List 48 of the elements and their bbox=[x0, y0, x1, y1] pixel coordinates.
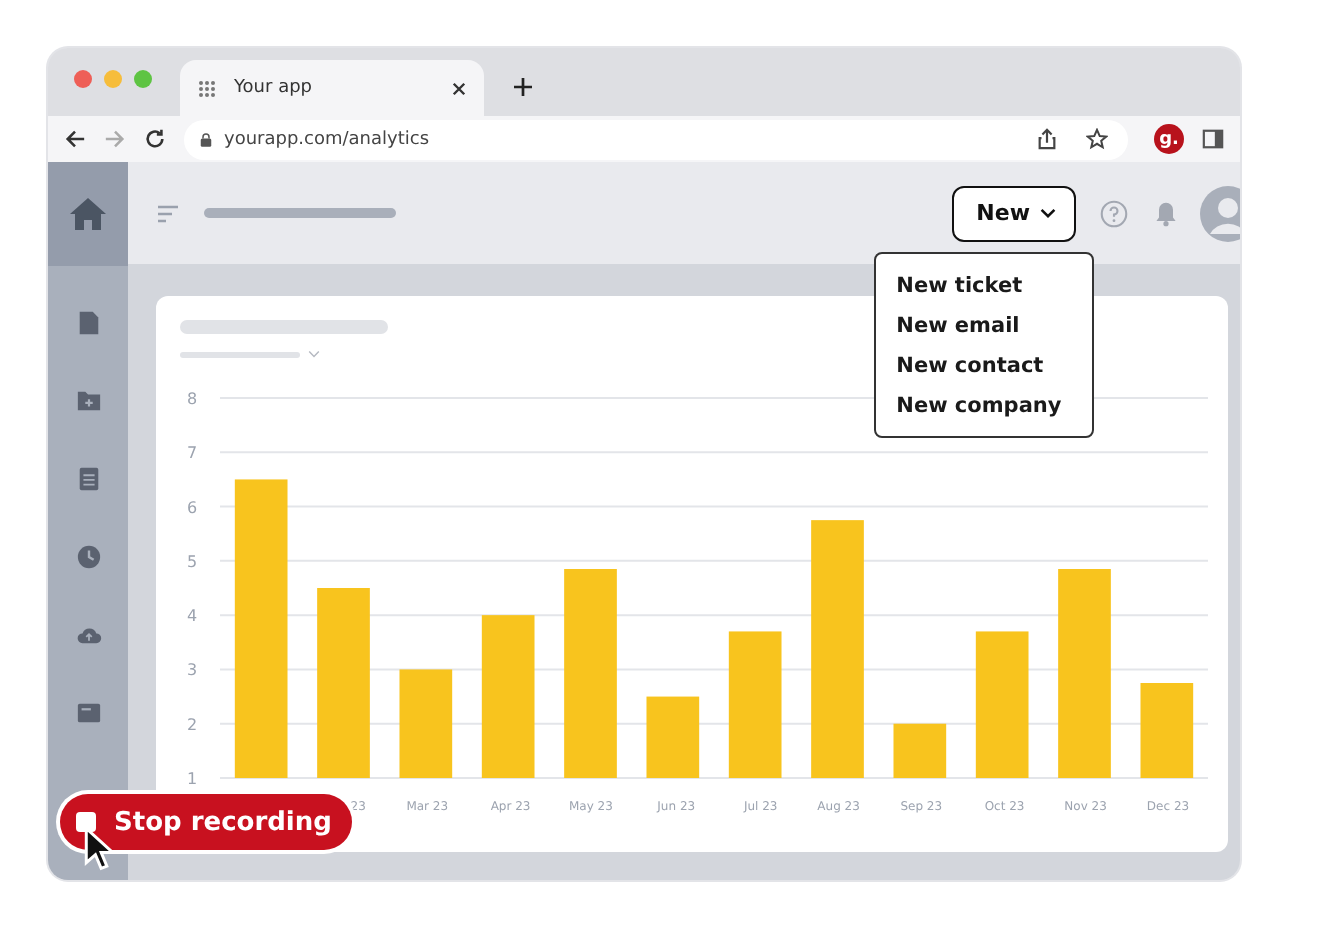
close-window-icon[interactable] bbox=[74, 70, 92, 89]
list-icon[interactable] bbox=[75, 466, 101, 492]
clock-icon[interactable] bbox=[75, 544, 101, 570]
card-icon[interactable] bbox=[75, 700, 101, 726]
help-icon[interactable] bbox=[1100, 199, 1128, 227]
document-icon[interactable] bbox=[75, 310, 101, 336]
y-axis-label: 7 bbox=[186, 444, 198, 463]
y-axis-label: 8 bbox=[186, 390, 198, 408]
stop-recording-button[interactable]: Stop recording bbox=[60, 794, 352, 850]
folder-icon[interactable] bbox=[75, 388, 101, 414]
bar bbox=[893, 723, 947, 778]
grid-icon bbox=[198, 79, 216, 98]
bell-icon[interactable] bbox=[1152, 199, 1180, 227]
y-axis-label: 6 bbox=[186, 498, 198, 517]
menu-item[interactable]: New company bbox=[896, 385, 1093, 425]
chevron-down-icon bbox=[1040, 208, 1056, 218]
y-axis-label: 3 bbox=[186, 661, 198, 680]
zoom-window-icon[interactable] bbox=[134, 70, 152, 89]
new-button[interactable]: New bbox=[952, 185, 1076, 241]
bar bbox=[646, 696, 700, 778]
y-axis-label: 2 bbox=[186, 715, 198, 734]
close-icon[interactable] bbox=[452, 81, 466, 96]
back-arrow-icon[interactable] bbox=[64, 128, 86, 151]
y-axis-label: 5 bbox=[186, 552, 198, 571]
bar bbox=[1140, 683, 1194, 778]
stop-icon bbox=[76, 812, 96, 832]
y-axis-label: 4 bbox=[186, 607, 198, 626]
star-icon[interactable] bbox=[1086, 128, 1108, 151]
reload-icon[interactable] bbox=[144, 128, 166, 151]
menu-icon[interactable] bbox=[156, 203, 180, 223]
home-icon[interactable] bbox=[68, 196, 108, 232]
chevron-down-icon[interactable] bbox=[308, 350, 320, 358]
profile-avatar[interactable]: g. bbox=[1154, 124, 1184, 155]
bar bbox=[399, 669, 453, 778]
browser-tab[interactable]: Your app bbox=[180, 60, 484, 117]
side-panel-icon[interactable] bbox=[1202, 128, 1224, 151]
cloud-upload-icon[interactable] bbox=[75, 622, 101, 648]
menu-item[interactable]: New email bbox=[896, 305, 1093, 345]
lock-icon bbox=[200, 131, 212, 148]
menu-item[interactable]: New contact bbox=[896, 345, 1093, 385]
y-axis-label: 1 bbox=[186, 770, 198, 788]
forward-arrow-icon[interactable] bbox=[104, 128, 126, 151]
share-icon[interactable] bbox=[1036, 128, 1058, 151]
cursor-icon bbox=[84, 826, 116, 872]
user-avatar[interactable] bbox=[1200, 185, 1240, 241]
new-tab-icon[interactable] bbox=[514, 78, 532, 97]
menu-item[interactable]: New ticket bbox=[896, 265, 1093, 305]
address-bar[interactable]: yourapp.com/analytics bbox=[184, 119, 1128, 160]
